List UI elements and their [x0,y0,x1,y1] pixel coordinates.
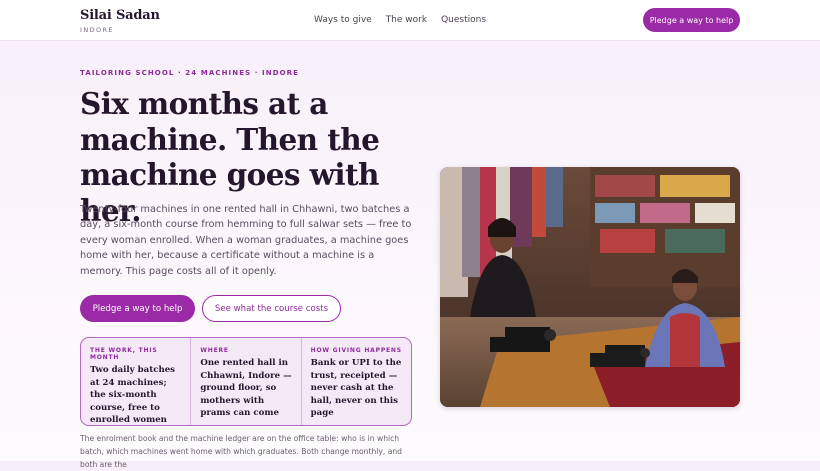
nav-questions[interactable]: Questions [441,14,486,26]
fact-giving: HOW GIVING HAPPENS Bank or UPI to the tr… [300,338,411,425]
ledger-footnote: The enrolment book and the machine ledge… [80,434,402,469]
fact-label: WHERE [200,347,229,354]
nav-ways-to-give[interactable]: Ways to give [314,14,372,26]
brand-name: Silai Sadan [80,8,160,23]
fact-where: WHERE One rented hall in Chhawni, Indore… [190,338,300,425]
site-header: Silai Sadan INDORE Ways to give The work… [0,0,820,41]
pledge-button[interactable]: Pledge a way to help [80,295,195,322]
hero-photo [440,167,740,407]
fact-label: HOW GIVING HAPPENS [310,347,402,354]
brand-city: INDORE [80,26,114,34]
two-women-at-sewing-machines-photo [440,167,740,407]
fact-text: Two daily batches at 24 machines; the si… [90,365,175,425]
nav-the-work[interactable]: The work [386,14,427,26]
hero-cta-row: Pledge a way to help See what the course… [80,295,341,322]
fact-text: Bank or UPI to the trust, receipted — ne… [310,358,402,418]
facts-panel: THE WORK, THIS MONTH Two daily batches a… [80,337,412,426]
fact-work: THE WORK, THIS MONTH Two daily batches a… [81,338,190,425]
hero-lede: Twenty-four machines in one rented hall … [80,204,412,277]
course-costs-button[interactable]: See what the course costs [202,295,341,322]
fact-label: THE WORK, THIS MONTH [90,347,158,361]
brand[interactable]: Silai Sadan INDORE [80,8,160,34]
header-pledge-button[interactable]: Pledge a way to help [643,8,740,32]
fact-text: One rented hall in Chhawni, Indore — gro… [200,358,292,418]
main-nav: Ways to give The work Questions [314,14,486,26]
hero-kicker: TAILORING SCHOOL · 24 MACHINES · INDORE [80,69,300,77]
